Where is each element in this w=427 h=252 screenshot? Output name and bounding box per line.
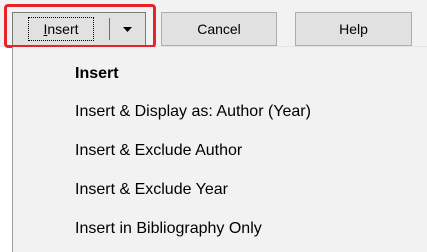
menu-item-insert[interactable]: Insert [75, 65, 119, 83]
menu-item-insert-display-author-year[interactable]: Insert & Display as: Author (Year) [75, 103, 311, 121]
insert-button-label: nsert [47, 21, 79, 37]
menu-item-insert-bibliography-only[interactable]: Insert in Bibliography Only [75, 220, 262, 238]
menu-item-insert-exclude-year[interactable]: Insert & Exclude Year [75, 181, 228, 199]
chevron-down-icon [123, 26, 132, 32]
insert-button-focus-rect: Insert [28, 17, 94, 41]
insert-split-button[interactable]: Insert [12, 12, 146, 46]
insert-dropdown-toggle[interactable] [110, 13, 145, 45]
cancel-button[interactable]: Cancel [161, 12, 277, 46]
insert-options-menu: Insert Insert & Display as: Author (Year… [12, 47, 427, 252]
insert-button[interactable]: Insert [13, 13, 109, 45]
help-button[interactable]: Help [295, 12, 412, 46]
menu-item-insert-exclude-author[interactable]: Insert & Exclude Author [75, 142, 242, 160]
insert-citation-dialog: Insert Cancel Help Insert Insert & Displ… [0, 0, 427, 252]
